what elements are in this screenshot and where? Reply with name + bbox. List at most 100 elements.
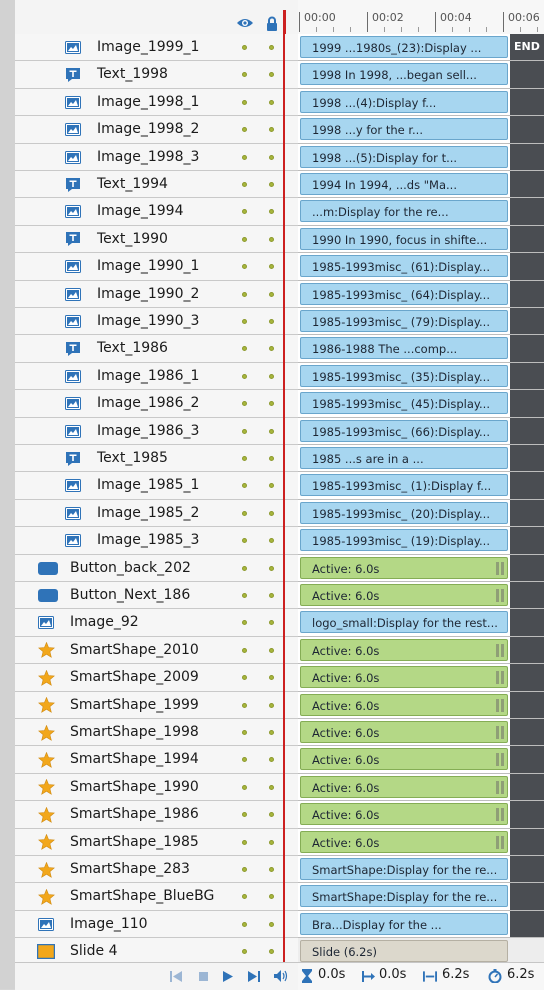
layer-name-cell[interactable]: Image_1998_1 bbox=[15, 88, 298, 117]
timeline-row[interactable]: Image_1994 ...m:Display for the re... bbox=[15, 198, 544, 226]
lock-toggle[interactable] bbox=[269, 593, 274, 598]
layer-name-cell[interactable]: Image_1985_2 bbox=[15, 499, 298, 528]
timeline-row[interactable]: Button_back_202 Active: 6.0s bbox=[15, 554, 544, 582]
lock-toggle[interactable] bbox=[269, 456, 274, 461]
active-duration-bar[interactable]: Active: 6.0s bbox=[300, 584, 508, 606]
display-duration-bar[interactable]: 1986-1988 The ...comp... bbox=[300, 337, 508, 360]
rewind-icon[interactable] bbox=[168, 968, 184, 984]
layer-name-cell[interactable]: Image_1990_3 bbox=[15, 308, 298, 336]
skip-to-end-icon[interactable] bbox=[246, 968, 262, 984]
layer-name-cell[interactable]: Image_1986_3 bbox=[15, 417, 298, 445]
lock-toggle[interactable] bbox=[269, 784, 274, 790]
pause-grip-icon[interactable] bbox=[496, 561, 499, 575]
layer-name-cell[interactable]: Image_1985_1 bbox=[15, 472, 298, 500]
timeline-row[interactable]: SmartShape_BlueBG SmartShape:Display for … bbox=[15, 883, 544, 911]
visibility-toggle[interactable] bbox=[242, 154, 247, 160]
timeline-row[interactable]: SmartShape_1994 Active: 6.0s bbox=[15, 746, 544, 774]
display-duration-bar[interactable]: 1985-1993misc_ (66):Display... bbox=[300, 419, 508, 442]
layer-name-cell[interactable]: SmartShape_1994 bbox=[15, 746, 298, 774]
timeline-row[interactable]: Image_1985_1 1985-1993misc_ (1):Display f… bbox=[15, 472, 544, 500]
visibility-toggle[interactable] bbox=[242, 757, 247, 763]
visibility-toggle[interactable] bbox=[242, 702, 247, 708]
layer-name-cell[interactable]: SmartShape_2010 bbox=[15, 636, 298, 665]
lock-toggle[interactable] bbox=[269, 812, 274, 818]
display-duration-bar[interactable]: 1985-1993misc_ (45):Display... bbox=[300, 392, 508, 415]
lock-icon[interactable] bbox=[262, 14, 282, 32]
layer-name-cell[interactable]: Image_1985_3 bbox=[15, 527, 298, 555]
lock-toggle[interactable] bbox=[269, 264, 274, 270]
lock-toggle[interactable] bbox=[269, 510, 274, 516]
visibility-toggle[interactable] bbox=[242, 867, 247, 872]
visibility-toggle[interactable] bbox=[242, 209, 247, 215]
pause-grip-icon[interactable] bbox=[496, 726, 499, 739]
layer-name-cell[interactable]: SmartShape_1998 bbox=[15, 719, 298, 747]
time-ruler[interactable]: 00:00 00:02 00:04 00:06 bbox=[298, 0, 544, 35]
display-duration-bar[interactable]: 1985-1993misc_ (35):Display... bbox=[300, 364, 508, 387]
timeline-row[interactable]: SmartShape_1998 Active: 6.0s bbox=[15, 719, 544, 747]
display-duration-bar[interactable]: 1985-1993misc_ (20):Display... bbox=[300, 501, 508, 524]
display-duration-bar[interactable]: 1998 ...(4):Display f... bbox=[300, 90, 508, 113]
timeline-row[interactable]: Image_1998_2 1998 ...y for the r... bbox=[15, 116, 544, 144]
layer-name-cell[interactable]: Image_1999_1 bbox=[15, 34, 298, 62]
display-duration-bar[interactable]: SmartShape:Display for the re... bbox=[300, 858, 508, 880]
display-duration-bar[interactable]: 1985-1993misc_ (1):Display f... bbox=[300, 474, 508, 497]
timeline-row[interactable]: Image_1986_3 1985-1993misc_ (66):Display.… bbox=[15, 417, 544, 445]
lock-toggle[interactable] bbox=[269, 620, 274, 626]
visibility-toggle[interactable] bbox=[242, 373, 247, 379]
timeline-row[interactable]: SmartShape_1986 Active: 6.0s bbox=[15, 801, 544, 829]
lock-toggle[interactable] bbox=[269, 565, 274, 571]
visibility-toggle[interactable] bbox=[242, 921, 247, 927]
layer-name-cell[interactable]: SmartShape_283 bbox=[15, 856, 298, 884]
visibility-toggle[interactable] bbox=[242, 784, 247, 790]
display-duration-bar[interactable]: ...m:Display for the re... bbox=[300, 200, 508, 223]
display-duration-bar[interactable]: 1999 ...1980s_(23):Display ... bbox=[300, 36, 508, 58]
stop-icon[interactable] bbox=[195, 968, 211, 984]
timeline-row[interactable]: Text_1994 1994 In 1994, ...ds "Ma... bbox=[15, 171, 544, 199]
lock-toggle[interactable] bbox=[269, 921, 274, 927]
visibility-toggle[interactable] bbox=[242, 127, 247, 133]
visibility-toggle[interactable] bbox=[242, 620, 247, 626]
visibility-toggle[interactable] bbox=[242, 565, 247, 571]
timeline-row[interactable]: Image_92 logo_small:Display for the rest.… bbox=[15, 609, 544, 637]
layer-name-cell[interactable]: SmartShape_2009 bbox=[15, 664, 298, 692]
layer-name-cell[interactable]: Image_1986_1 bbox=[15, 362, 298, 391]
pause-grip-icon[interactable] bbox=[496, 643, 499, 657]
timeline-row[interactable]: SmartShape_1999 Active: 6.0s bbox=[15, 691, 544, 719]
lock-toggle[interactable] bbox=[269, 757, 274, 763]
lock-toggle[interactable] bbox=[269, 154, 274, 160]
lock-toggle[interactable] bbox=[269, 127, 274, 133]
visibility-toggle[interactable] bbox=[242, 675, 247, 681]
visibility-toggle[interactable] bbox=[242, 949, 247, 955]
active-duration-bar[interactable]: Active: 6.0s bbox=[300, 830, 508, 853]
active-duration-bar[interactable]: Active: 6.0s bbox=[300, 556, 508, 579]
visibility-toggle[interactable] bbox=[242, 45, 247, 50]
timeline-row[interactable]: Image_1990_1 1985-1993misc_ (61):Display.… bbox=[15, 253, 544, 281]
eye-icon[interactable] bbox=[235, 14, 255, 32]
timeline-row[interactable]: Image_1990_3 1985-1993misc_ (79):Display.… bbox=[15, 308, 544, 336]
layer-name-cell[interactable]: Text_1998 bbox=[15, 61, 298, 89]
display-duration-bar[interactable]: 1985-1993misc_ (19):Display... bbox=[300, 529, 508, 552]
visibility-toggle[interactable] bbox=[242, 428, 247, 434]
layer-name-cell[interactable]: SmartShape_BlueBG bbox=[15, 883, 298, 911]
visibility-toggle[interactable] bbox=[242, 839, 247, 845]
lock-toggle[interactable] bbox=[269, 730, 274, 735]
timeline-row[interactable]: SmartShape_2010 Active: 6.0s bbox=[15, 636, 544, 665]
active-duration-bar[interactable]: Active: 6.0s bbox=[300, 638, 508, 661]
lock-toggle[interactable] bbox=[269, 949, 274, 955]
lock-toggle[interactable] bbox=[269, 483, 274, 489]
timeline-row[interactable]: Image_1986_1 1985-1993misc_ (35):Display.… bbox=[15, 362, 544, 391]
display-duration-bar[interactable]: 1985-1993misc_ (64):Display... bbox=[300, 282, 508, 305]
lock-toggle[interactable] bbox=[269, 99, 274, 105]
display-duration-bar[interactable]: 1994 In 1994, ...ds "Ma... bbox=[300, 173, 508, 195]
lock-toggle[interactable] bbox=[269, 675, 274, 681]
display-duration-bar[interactable]: 1990 In 1990, focus in shifte... bbox=[300, 227, 508, 250]
display-duration-bar[interactable]: Bra...Display for the ... bbox=[300, 912, 508, 935]
layer-name-cell[interactable]: Image_1994 bbox=[15, 198, 298, 226]
visibility-toggle[interactable] bbox=[242, 593, 247, 598]
visibility-toggle[interactable] bbox=[242, 456, 247, 461]
timeline-row[interactable]: SmartShape_2009 Active: 6.0s bbox=[15, 664, 544, 692]
lock-toggle[interactable] bbox=[269, 839, 274, 845]
timeline-row[interactable]: Image_1990_2 1985-1993misc_ (64):Display.… bbox=[15, 280, 544, 308]
visibility-toggle[interactable] bbox=[242, 401, 247, 407]
active-duration-bar[interactable]: Active: 6.0s bbox=[300, 693, 508, 716]
